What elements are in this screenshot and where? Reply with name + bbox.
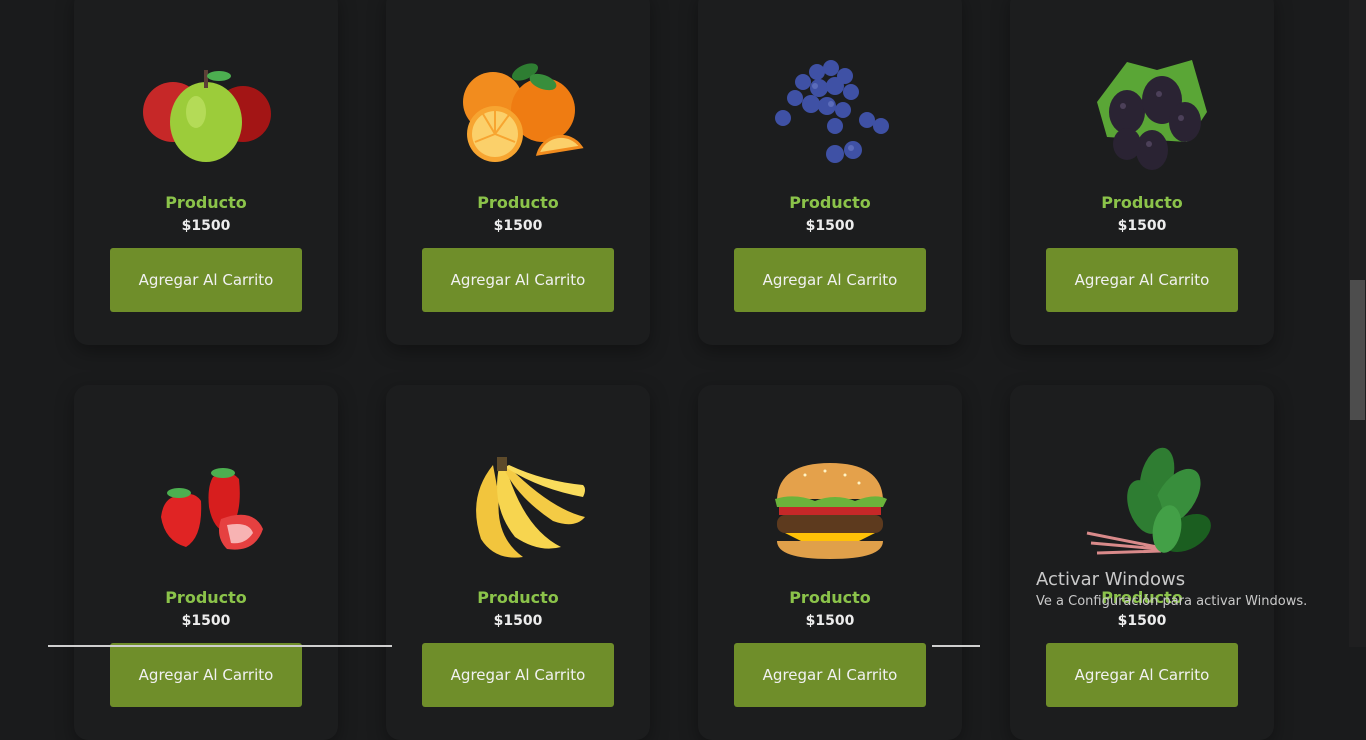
watermark-title: Activar Windows [1036,569,1186,590]
product-price: $1500 [805,218,855,234]
add-to-cart-button[interactable]: Agregar Al Carrito [110,248,302,312]
product-price: $1500 [493,218,543,234]
product-name: Producto [789,588,871,607]
product-card: Producto $1500 Agregar Al Carrito [386,385,650,740]
product-name: Producto [789,193,871,212]
windows-activation-watermark: Activar Windows Ve a Configuración para … [1036,569,1307,609]
product-name: Producto [1101,193,1183,212]
product-card: Producto $1500 Agregar Al Carrito [74,385,338,740]
scrollbar-thumb[interactable] [1350,280,1365,420]
apple-image [131,42,281,182]
add-to-cart-button[interactable]: Agregar Al Carrito [734,643,926,707]
add-to-cart-button[interactable]: Agregar Al Carrito [734,248,926,312]
product-card: Producto $1500 Agregar Al Carrito [74,0,338,345]
product-name: Producto [165,193,247,212]
product-price: $1500 [181,613,231,629]
product-price: $1500 [181,218,231,234]
blackberry-image [1067,42,1217,182]
product-card: Producto $1500 Agregar Al Carrito [698,0,962,345]
product-price: $1500 [1117,613,1167,629]
orange-image [443,42,593,182]
product-name: Producto [477,193,559,212]
strawberry-image [131,437,281,577]
product-card: Producto $1500 Agregar Al Carrito [698,385,962,740]
product-grid: Producto $1500 Agregar Al Carrito Produc… [74,0,1274,740]
spinach-image [1067,437,1217,577]
burger-image [755,437,905,577]
product-price: $1500 [493,613,543,629]
add-to-cart-button[interactable]: Agregar Al Carrito [110,643,302,707]
product-card: Producto $1500 Agregar Al Carrito [1010,0,1274,345]
add-to-cart-button[interactable]: Agregar Al Carrito [422,248,614,312]
product-card: Producto $1500 Agregar Al Carrito [386,0,650,345]
product-card: Producto $1500 Agregar Al Carrito [1010,385,1274,740]
product-price: $1500 [805,613,855,629]
add-to-cart-button[interactable]: Agregar Al Carrito [1046,248,1238,312]
blueberry-image [755,42,905,182]
vertical-scrollbar[interactable] [1349,0,1366,647]
watermark-subtitle: Ve a Configuración para activar Windows. [1036,594,1308,609]
add-to-cart-button[interactable]: Agregar Al Carrito [1046,643,1238,707]
product-price: $1500 [1117,218,1167,234]
product-name: Producto [165,588,247,607]
product-name: Producto [477,588,559,607]
banana-image [443,437,593,577]
add-to-cart-button[interactable]: Agregar Al Carrito [422,643,614,707]
